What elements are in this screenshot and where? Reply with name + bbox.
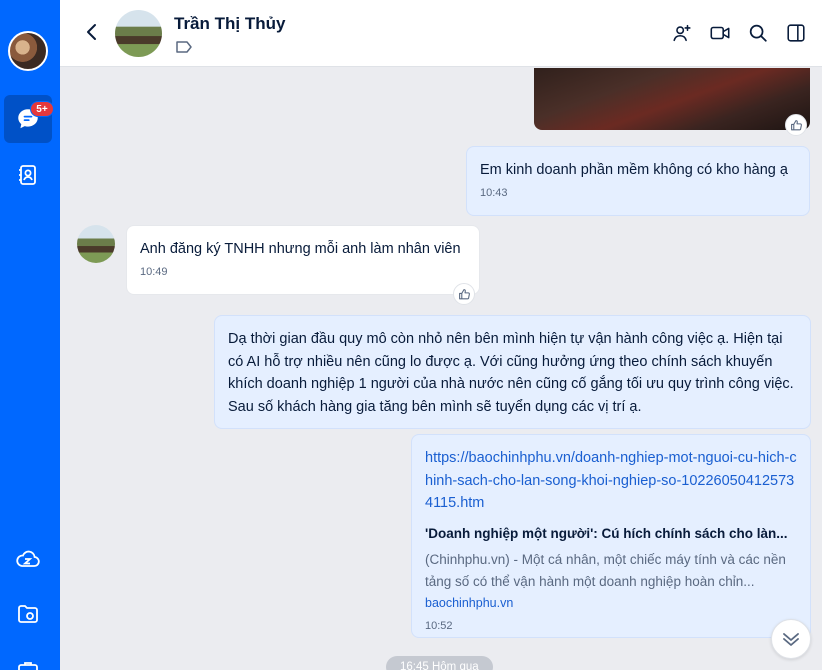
- contacts-icon: [19, 165, 36, 185]
- search-button[interactable]: [746, 21, 770, 45]
- contact-avatar[interactable]: [115, 10, 162, 57]
- my-avatar[interactable]: [8, 31, 48, 71]
- chat-header: Trần Thị Thủy: [60, 0, 822, 67]
- message-text: Em kinh doanh phần mềm không có kho hàng…: [480, 162, 788, 178]
- video-call-button[interactable]: [708, 21, 732, 45]
- image-message[interactable]: [534, 68, 810, 136]
- tag-icon: [176, 41, 192, 53]
- thumbs-up-icon: [458, 288, 470, 299]
- message-list[interactable]: Em kinh doanh phần mềm không có kho hàng…: [60, 68, 822, 670]
- nav-my-documents[interactable]: [4, 590, 52, 638]
- link-title[interactable]: 'Doanh nghiệp một người': Cú hích chính …: [425, 525, 797, 543]
- cloud-icon: [16, 550, 40, 567]
- date-separator: 16:45 Hôm qua: [386, 656, 493, 670]
- add-user-icon: [673, 24, 691, 42]
- nav-rail: 5+: [0, 0, 60, 670]
- nav-cloud[interactable]: [4, 535, 52, 583]
- add-member-button[interactable]: [670, 21, 694, 45]
- message-bubble-outgoing[interactable]: Dạ thời gian đầu quy mô còn nhỏ nên bên …: [214, 315, 811, 429]
- message-bubble-incoming[interactable]: Anh đăng ký TNHH nhưng mỗi anh làm nhân …: [126, 225, 480, 305]
- scroll-to-bottom-button[interactable]: [771, 619, 811, 659]
- add-tag-button[interactable]: [175, 40, 193, 54]
- double-chevron-down-icon: [783, 633, 799, 646]
- back-button[interactable]: [80, 20, 104, 44]
- header-actions: [670, 21, 808, 45]
- link-domain[interactable]: baochinhphu.vn: [425, 595, 797, 611]
- link-url[interactable]: https://baochinhphu.vn/doanh-nghiep-mot-…: [425, 447, 797, 515]
- sidebar-panel-icon: [787, 24, 805, 42]
- nav-chat[interactable]: 5+: [4, 95, 54, 143]
- like-reaction-button[interactable]: [785, 114, 807, 136]
- message-time: 10:52: [425, 619, 453, 632]
- nav-contacts[interactable]: [4, 151, 52, 199]
- message-text: Anh đăng ký TNHH nhưng mỗi anh làm nhân …: [140, 241, 461, 257]
- contact-name[interactable]: Trần Thị Thủy: [174, 14, 285, 34]
- search-icon: [749, 24, 767, 42]
- link-preview-message[interactable]: https://baochinhphu.vn/doanh-nghiep-mot-…: [411, 434, 811, 638]
- chevron-left-icon: [87, 24, 96, 40]
- briefcase-icon: [18, 662, 38, 670]
- message-bubble-outgoing[interactable]: Em kinh doanh phần mềm không có kho hàng…: [466, 146, 810, 216]
- like-reaction-button[interactable]: [453, 283, 475, 305]
- link-description: (Chinhphu.vn) - Một cá nhân, một chiếc m…: [425, 551, 786, 589]
- nav-toolbox[interactable]: [4, 646, 52, 670]
- chat-unread-badge: 5+: [30, 101, 54, 117]
- message-text: Dạ thời gian đầu quy mô còn nhỏ nên bên …: [228, 331, 794, 415]
- conversation-info-button[interactable]: [784, 21, 808, 45]
- message-time: 10:43: [480, 186, 508, 199]
- message-time: 10:49: [140, 265, 168, 278]
- folder-icon: [18, 605, 38, 623]
- sender-avatar[interactable]: [77, 225, 115, 263]
- thumbs-up-icon: [790, 119, 802, 130]
- video-call-icon: [710, 26, 730, 40]
